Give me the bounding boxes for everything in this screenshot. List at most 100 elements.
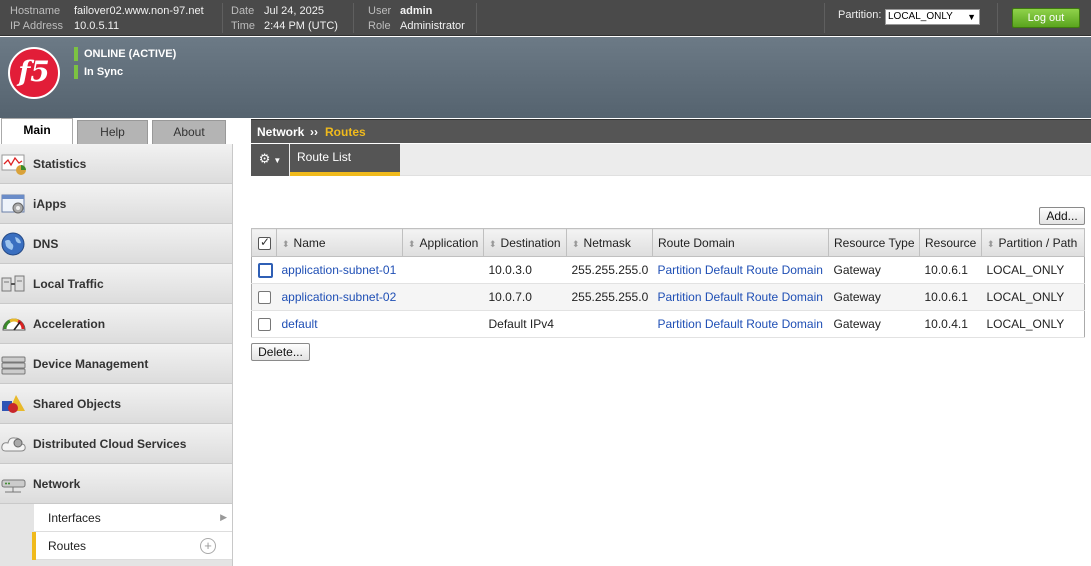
row-checkbox[interactable]: [258, 318, 271, 332]
column-header-partition[interactable]: ⬍ Partition / Path: [981, 228, 1085, 257]
select-all-header: [251, 228, 277, 257]
sort-icon: ⬍: [489, 238, 497, 249]
shared-objects-icon: [2, 395, 25, 413]
column-header-label: Partition / Path: [998, 235, 1078, 250]
sidebar-item-label: Acceleration: [33, 317, 106, 331]
local-traffic-icon: [1, 275, 25, 292]
breadcrumb-page: Routes: [325, 125, 366, 139]
main-tabs: Main Help About: [0, 118, 250, 144]
breadcrumb-section[interactable]: Network: [257, 125, 304, 139]
route-domain-link[interactable]: Partition Default Route Domain: [658, 290, 823, 304]
divider: [353, 3, 354, 33]
column-header-netmask[interactable]: ⬍ Netmask: [566, 228, 653, 257]
tab-about[interactable]: About: [152, 120, 226, 144]
cell-partition: LOCAL_ONLY: [981, 310, 1085, 338]
cell-route-domain: Partition Default Route Domain: [652, 310, 829, 338]
sidebar-item-label: Network: [33, 477, 81, 491]
cell-resource-type: Gateway: [828, 283, 920, 311]
tab-help[interactable]: Help: [77, 120, 148, 144]
add-circle-icon[interactable]: +: [200, 538, 216, 554]
ip-value: 10.0.5.11: [74, 20, 120, 32]
hostname-label: Hostname: [10, 5, 61, 17]
device-management-icon: [1, 356, 26, 375]
host-info: Hostname failover02.www.non-97.net IP Add…: [10, 4, 204, 34]
route-domain-link[interactable]: Partition Default Route Domain: [658, 317, 823, 331]
ip-label: IP Address: [10, 20, 63, 32]
cell-partition: LOCAL_ONLY: [981, 283, 1085, 311]
cell-route-domain: Partition Default Route Domain: [652, 256, 829, 284]
hostname-value: failover02.www.non-97.net: [74, 5, 204, 17]
sidebar-item-shared-objects[interactable]: Shared Objects: [0, 384, 232, 424]
time-label: Time: [231, 20, 256, 32]
tab-route-list[interactable]: Route List: [290, 144, 400, 176]
cell-destination: Default IPv4: [483, 310, 567, 338]
column-header-application[interactable]: ⬍ Application: [402, 228, 484, 257]
delete-button[interactable]: Delete...: [251, 343, 310, 361]
table-header-row: ⬍Name ⬍Application ⬍Destination ⬍Netmask…: [251, 228, 1085, 257]
partition-select[interactable]: LOCAL_ONLY ▼: [885, 9, 980, 25]
sidebar-item-network[interactable]: Network: [0, 464, 232, 504]
add-button[interactable]: Add...: [1039, 207, 1085, 225]
submenu-item-routes[interactable]: Routes +: [32, 532, 232, 560]
sidebar-item-device-management[interactable]: Device Management: [0, 344, 232, 384]
divider: [476, 3, 477, 33]
status-sync: In Sync: [74, 65, 123, 79]
date-value: Jul 24, 2025: [264, 5, 324, 17]
table-row: application-subnet-01 10.0.3.0 255.255.2…: [251, 256, 1085, 284]
cell-netmask: 255.255.255.0: [566, 256, 653, 284]
sidebar-item-dns[interactable]: DNS: [0, 224, 232, 264]
partition-label: Partition:: [838, 9, 882, 21]
cell-partition: LOCAL_ONLY: [981, 256, 1085, 284]
divider: [997, 3, 998, 33]
submenu-item-label: Routes: [48, 539, 87, 553]
column-header-name[interactable]: ⬍ Name: [276, 228, 403, 257]
route-name-link[interactable]: application-subnet-02: [282, 290, 397, 304]
cell-netmask: 255.255.255.0: [566, 283, 653, 311]
logout-button[interactable]: Log out: [1012, 8, 1080, 28]
cell-name: application-subnet-01: [276, 256, 403, 284]
tab-main[interactable]: Main: [1, 118, 73, 144]
sidebar: Statistics iApps DNS Local Traffic Accel…: [0, 144, 233, 566]
column-header-resource: Resource: [919, 228, 982, 257]
sort-icon: ⬍: [987, 238, 995, 249]
column-header-label: Resource: [925, 235, 977, 250]
column-header-label: Route Domain: [658, 235, 735, 250]
row-checkbox-cell: [251, 310, 277, 338]
cell-application: [402, 283, 484, 311]
sidebar-item-iapps[interactable]: iApps: [0, 184, 232, 224]
submenu-item-interfaces[interactable]: Interfaces ▶: [34, 504, 232, 532]
route-name-link[interactable]: application-subnet-01: [282, 263, 397, 277]
route-name-link[interactable]: default: [282, 317, 318, 331]
sidebar-item-label: DNS: [33, 237, 59, 251]
cell-resource: 10.0.6.1: [919, 256, 982, 284]
route-domain-link[interactable]: Partition Default Route Domain: [658, 263, 823, 277]
cell-application: [402, 256, 484, 284]
sort-icon: ⬍: [282, 238, 290, 249]
sidebar-item-local-traffic[interactable]: Local Traffic: [0, 264, 232, 304]
network-submenu: Interfaces ▶ Routes +: [0, 504, 232, 560]
cell-route-domain: Partition Default Route Domain: [652, 283, 829, 311]
acceleration-gauge-icon: [2, 318, 26, 331]
sidebar-item-distributed-cloud[interactable]: Distributed Cloud Services: [0, 424, 232, 464]
row-checkbox-cell: [251, 256, 277, 284]
partition-select-value: LOCAL_ONLY: [888, 11, 953, 22]
select-all-checkbox[interactable]: [258, 235, 271, 250]
cell-destination: 10.0.3.0: [483, 256, 567, 284]
chevron-down-icon: ▼: [273, 156, 282, 165]
column-header-label: Resource Type: [834, 235, 915, 250]
f5-logo: f5: [8, 47, 60, 99]
row-checkbox[interactable]: [258, 291, 271, 305]
banner: f5 ONLINE (ACTIVE) In Sync: [0, 37, 1091, 118]
gear-menu-button[interactable]: ⚙ ▼: [251, 144, 289, 176]
column-header-destination[interactable]: ⬍ Destination: [483, 228, 567, 257]
role-label: Role: [368, 20, 391, 32]
row-checkbox[interactable]: [258, 262, 273, 278]
chevron-right-icon: ▶: [220, 512, 227, 522]
sidebar-item-acceleration[interactable]: Acceleration: [0, 304, 232, 344]
sort-icon: ⬍: [408, 238, 416, 249]
column-header-label: Netmask: [583, 235, 631, 250]
sidebar-item-statistics[interactable]: Statistics: [0, 144, 232, 184]
role-value: Administrator: [400, 20, 465, 32]
cell-resource-type: Gateway: [828, 256, 920, 284]
column-header-resource-type: Resource Type: [828, 228, 920, 257]
